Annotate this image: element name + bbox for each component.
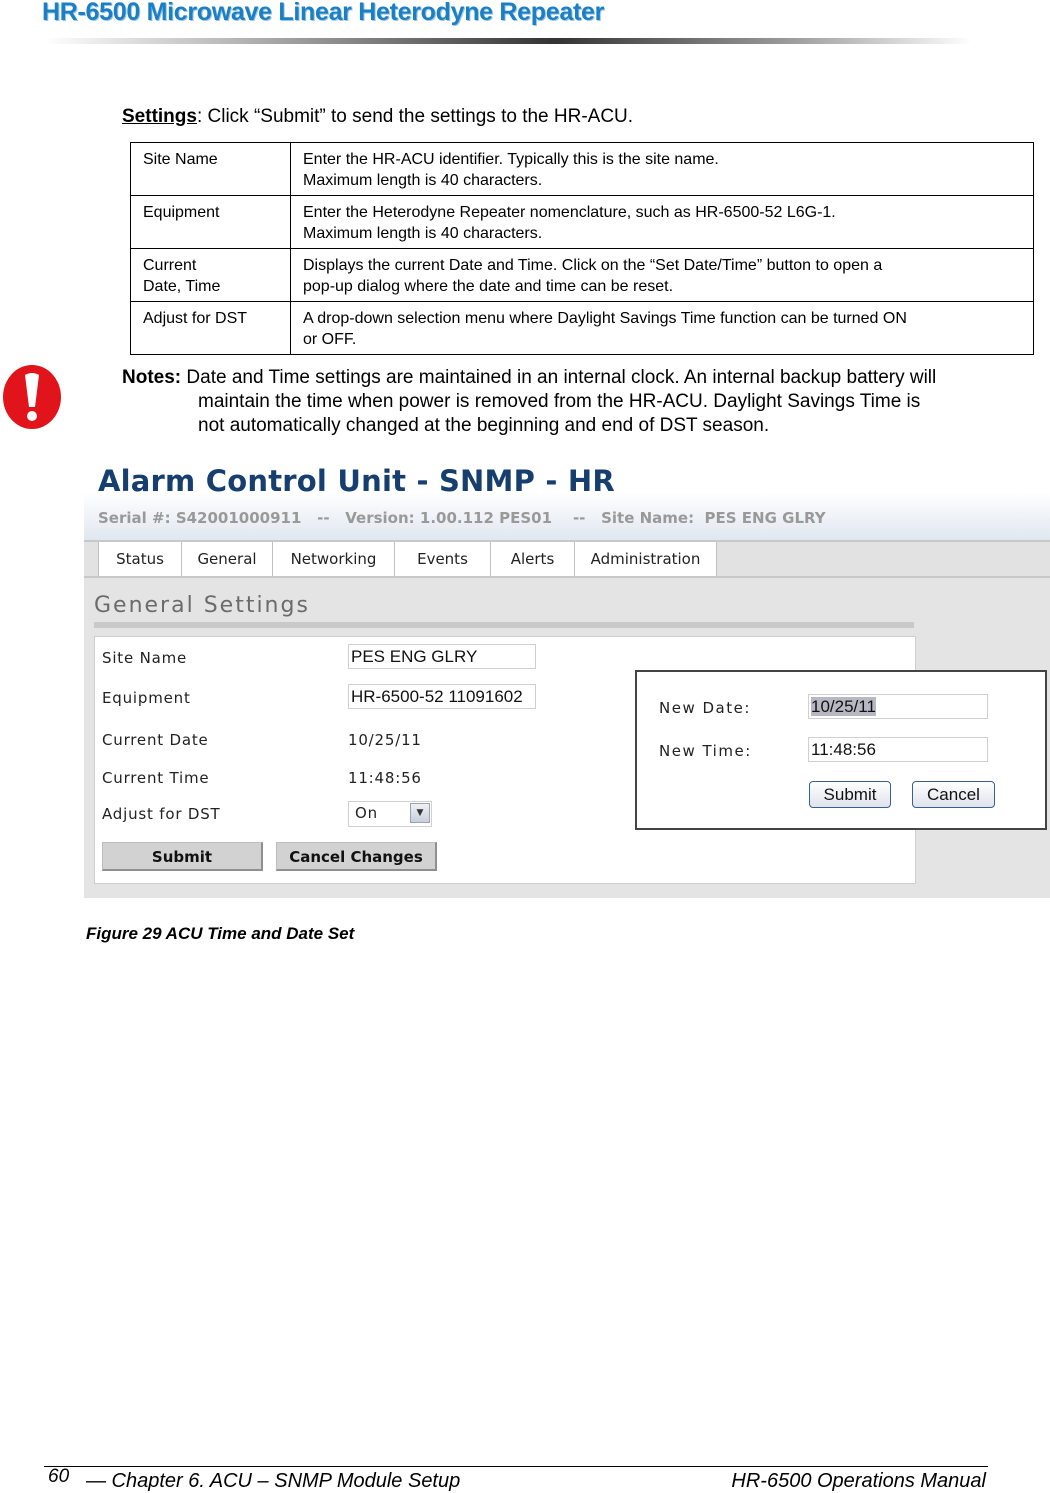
table-value: Displays the current Date and Time. Clic… [290,248,1034,302]
dst-select[interactable]: On ▼ [348,801,432,827]
meta-separator: -- [317,509,330,527]
dialog-submit-button[interactable]: Submit [809,781,891,808]
submit-button[interactable]: Submit [102,842,263,871]
version-value: 1.00.112 PES01 [419,509,553,527]
table-value-line: pop-up dialog where the date and time ca… [303,278,674,295]
tab-alerts[interactable]: Alerts [491,542,575,576]
table-row: Current Date, Time Displays the current … [130,248,1034,302]
tab-status[interactable]: Status [99,542,182,576]
table-row: Adjust for DST A drop-down selection men… [130,301,1034,355]
table-key: Adjust for DST [130,301,291,355]
footer-divider [44,1466,988,1467]
table-key-line: Date, Time [143,278,221,295]
table-row: Site Name Enter the HR-ACU identifier. T… [130,142,1034,196]
new-date-label: New Date: [659,699,751,717]
equipment-label: Equipment [102,689,191,707]
current-date-label: Current Date [102,731,209,749]
meta-separator: -- [572,509,586,527]
notes-line: Date and Time settings are maintained in… [181,367,937,388]
table-value: Enter the HR-ACU identifier. Typically t… [290,142,1034,196]
tabs-spacer [84,542,99,576]
table-value: Enter the Heterodyne Repeater nomenclatu… [290,195,1034,249]
footer-manual: HR-6500 Operations Manual [731,1470,986,1492]
notes-block: Notes: Date and Time settings are mainta… [122,366,1042,438]
acu-screenshot: Alarm Control Unit - SNMP - HR Serial #:… [84,452,1050,898]
settings-text: : Click “Submit” to send the settings to… [196,106,634,127]
figure-caption: Figure 29 ACU Time and Date Set [86,924,355,943]
table-value-line: Enter the HR-ACU identifier. Typically t… [303,151,719,168]
table-value-line: Maximum length is 40 characters. [303,172,543,189]
current-time-label: Current Time [102,769,210,787]
table-value: A drop-down selection menu where Dayligh… [290,301,1034,355]
tab-general[interactable]: General [182,542,273,576]
new-time-input[interactable]: 11:48:56 [808,737,988,762]
table-row: Equipment Enter the Heterodyne Repeater … [130,195,1034,249]
table-key: Site Name [130,142,291,196]
serial-value: S42001000911 [175,509,302,527]
new-date-value: 10/25/11 [811,697,876,716]
new-date-input[interactable]: 10/25/11 [808,694,988,719]
table-value-line: A drop-down selection menu where Dayligh… [303,310,907,327]
table-value-line: Displays the current Date and Time. Clic… [303,257,883,274]
footer-chapter: — Chapter 6. ACU – SNMP Module Setup [86,1470,461,1492]
new-time-label: New Time: [659,742,752,760]
app-header: Alarm Control Unit - SNMP - HR Serial #:… [84,452,1050,542]
cancel-changes-button[interactable]: Cancel Changes [276,842,437,871]
site-name-label: Site Name [102,649,188,667]
nav-tabs: Status General Networking Events Alerts … [84,540,1050,578]
site-value: PES ENG GLRY [704,509,826,527]
notes-label: Notes: [122,367,182,388]
current-date-value: 10/25/11 [348,731,422,749]
tab-networking[interactable]: Networking [273,542,395,576]
app-title: Alarm Control Unit - SNMP - HR [98,464,615,498]
section-divider [94,622,914,628]
table-value-line: Maximum length is 40 characters. [303,225,543,242]
current-time-value: 11:48:56 [348,769,422,787]
section-title: General Settings [94,593,310,618]
app-meta: Serial #: S42001000911 -- Version: 1.00.… [98,509,826,527]
site-name-input[interactable]: PES ENG GLRY [348,644,536,669]
settings-label: Settings [122,106,197,127]
page-number: 60 [48,1466,70,1487]
settings-intro: Settings: Click “Submit” to send the set… [122,106,633,128]
notes-line: maintain the time when power is removed … [198,391,921,412]
table-key: Current Date, Time [130,248,291,302]
serial-label: Serial #: [98,509,171,527]
dst-label: Adjust for DST [102,805,221,823]
document-title: HR-6500 Microwave Linear Heterodyne Repe… [42,0,605,26]
tab-administration[interactable]: Administration [575,542,717,576]
table-key-line: Current [143,257,197,274]
equipment-input[interactable]: HR-6500-52 11091602 [348,684,536,709]
site-label: Site Name: [601,509,695,527]
notes-line: not automatically changed at the beginni… [198,415,770,436]
chevron-down-icon[interactable]: ▼ [410,803,430,823]
settings-table: Site Name Enter the HR-ACU identifier. T… [130,142,1034,355]
set-date-time-dialog: New Date: 10/25/11 New Time: 11:48:56 Su… [635,670,1047,830]
table-value-line: Enter the Heterodyne Repeater nomenclatu… [303,204,836,221]
dst-selected-value: On [355,804,378,822]
tab-events[interactable]: Events [395,542,491,576]
table-value-line: or OFF. [303,331,357,348]
title-divider [44,38,972,44]
table-key: Equipment [130,195,291,249]
exclamation-warning-icon [3,365,61,429]
version-label: Version: [345,509,415,527]
dialog-cancel-button[interactable]: Cancel [912,781,995,808]
